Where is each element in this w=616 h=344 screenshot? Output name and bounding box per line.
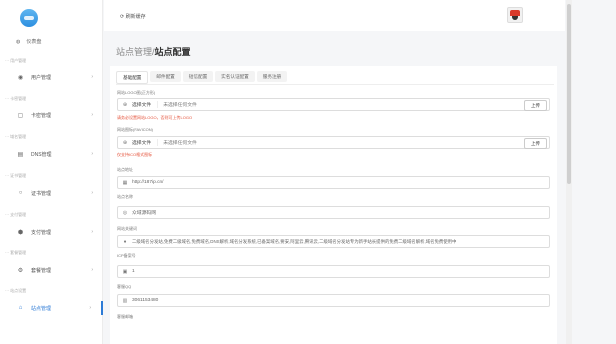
globe-icon: ◎ [122, 209, 128, 216]
package-icon: ⚙ [17, 267, 24, 274]
sidebar-group-site: ··· 站点设置 [5, 288, 27, 293]
site-url-input[interactable]: ▦ http://187ip.cn/ [117, 176, 550, 189]
site-icon: ⌂ [18, 305, 23, 311]
sidebar-group-domains: ··· 域名管理 [5, 134, 27, 139]
tab-basic[interactable]: 基础配置 [116, 71, 149, 84]
qq-input[interactable]: ▥ 3061153480 [117, 294, 550, 307]
id-icon: ▣ [122, 268, 128, 275]
site-name-label: 站点名称 [117, 194, 133, 199]
logo-label: 网站LOGO图(正方形) [117, 90, 156, 95]
sidebar-item-dashboard[interactable]: ◍ 仪表盘 [16, 38, 41, 46]
sidebar-group-users: ··· 用户管理 [5, 58, 27, 63]
keywords-input[interactable]: ♦ 二级域名分发站,免费二级域名,免费域名,DNS解析,域名分发系统,已备案域名… [117, 235, 550, 248]
upload-icon: ⊕ [122, 101, 128, 108]
sidebar-item-site[interactable]: ⌂ 站点管理 › [0, 301, 103, 315]
favicon-hint: 仅支持ICO格式图标 [117, 152, 153, 157]
sidebar-item-packages[interactable]: ⚙ 套餐管理 › [0, 263, 103, 277]
chevron-right-icon: › [91, 112, 93, 118]
chevron-right-icon: › [91, 190, 93, 196]
sidebar-item-users[interactable]: ◉ 用户管理 › [0, 70, 103, 84]
payment-icon: ⬢ [17, 229, 24, 236]
choose-file-button[interactable]: 选择文件 [132, 139, 157, 146]
chevron-right-icon: › [91, 229, 93, 235]
file-name: 未选择任何文件 [157, 101, 197, 108]
upload-icon: ⊕ [122, 139, 128, 146]
sidebar-group-payment: ··· 支付管理 [5, 212, 27, 217]
card-icon: ▢ [17, 112, 24, 119]
choose-file-button[interactable]: 选择文件 [132, 101, 157, 108]
site-name-input[interactable]: ◎ 众域源码网 [117, 206, 550, 219]
top-bar: ⟳ 刷新缓存 [104, 0, 565, 31]
qq-label: 客服QQ [117, 284, 132, 289]
icp-label: ICP备案号 [117, 253, 136, 258]
user-icon: ◉ [17, 74, 24, 81]
chat-icon: ▥ [122, 297, 128, 304]
breadcrumb: 站点管理/站点配置 [116, 47, 191, 57]
upload-button[interactable]: 上传 [524, 100, 547, 111]
sidebar-group-cards: ··· 卡密管理 [5, 96, 27, 101]
tab-mail[interactable]: 邮件配置 [150, 71, 181, 82]
tab-bar: 基础配置 邮件配置 短信配置 实名认证配置 服务注册 [116, 71, 288, 84]
sidebar-item-certs[interactable]: ○ 证书管理 › [0, 186, 103, 200]
tab-divider [116, 84, 554, 85]
chevron-right-icon: › [91, 74, 93, 80]
tab-realname[interactable]: 实名认证配置 [215, 71, 255, 82]
key-icon: ♦ [123, 238, 127, 245]
link-icon: ▦ [122, 179, 128, 186]
chevron-right-icon: › [89, 305, 91, 311]
refresh-icon: ⟳ [120, 14, 125, 20]
sidebar: ◍ 仪表盘 ··· 用户管理 ◉ 用户管理 › ··· 卡密管理 ▢ 卡密管理 … [0, 0, 103, 344]
sidebar-item-dns[interactable]: ▤ DNS管理 › [0, 147, 103, 161]
site-url-label: 站点地址 [117, 167, 133, 172]
certificate-icon: ○ [18, 190, 23, 196]
logo-hint: 请务必设置网站LOGO，否则可上传LOGO [117, 115, 193, 120]
sidebar-item-payment[interactable]: ⬢ 支付管理 › [0, 225, 103, 239]
scrollbar-thumb[interactable] [567, 4, 571, 184]
sidebar-group-certs: ··· 证书管理 [5, 173, 27, 178]
tab-sms[interactable]: 短信配置 [182, 71, 214, 82]
logo-file-field[interactable]: ⊕ 选择文件 未选择任何文件 上传 [117, 98, 550, 111]
settings-card: 基础配置 邮件配置 短信配置 实名认证配置 服务注册 网站LOGO图(正方形) … [110, 66, 557, 344]
sidebar-group-packages: ··· 套餐管理 [5, 250, 27, 255]
sidebar-item-cards[interactable]: ▢ 卡密管理 › [0, 108, 103, 122]
dns-icon: ▤ [17, 151, 24, 158]
keywords-label: 网站关键词 [117, 226, 137, 231]
dashboard-icon: ◍ [16, 38, 21, 45]
avatar[interactable] [507, 7, 523, 23]
favicon-label: 网站图标(FAVICON) [117, 127, 153, 132]
email-label: 客服邮箱 [117, 314, 133, 319]
upload-button[interactable]: 上传 [524, 138, 547, 149]
favicon-file-field[interactable]: ⊕ 选择文件 未选择任何文件 上传 [117, 136, 550, 149]
logo[interactable] [20, 9, 38, 27]
refresh-cache-button[interactable]: ⟳ 刷新缓存 [120, 13, 146, 20]
chevron-right-icon: › [91, 151, 93, 157]
tab-service[interactable]: 服务注册 [256, 71, 288, 82]
file-name: 未选择任何文件 [157, 139, 197, 146]
icp-input[interactable]: ▣ 1 [117, 265, 550, 278]
chevron-right-icon: › [91, 267, 93, 273]
